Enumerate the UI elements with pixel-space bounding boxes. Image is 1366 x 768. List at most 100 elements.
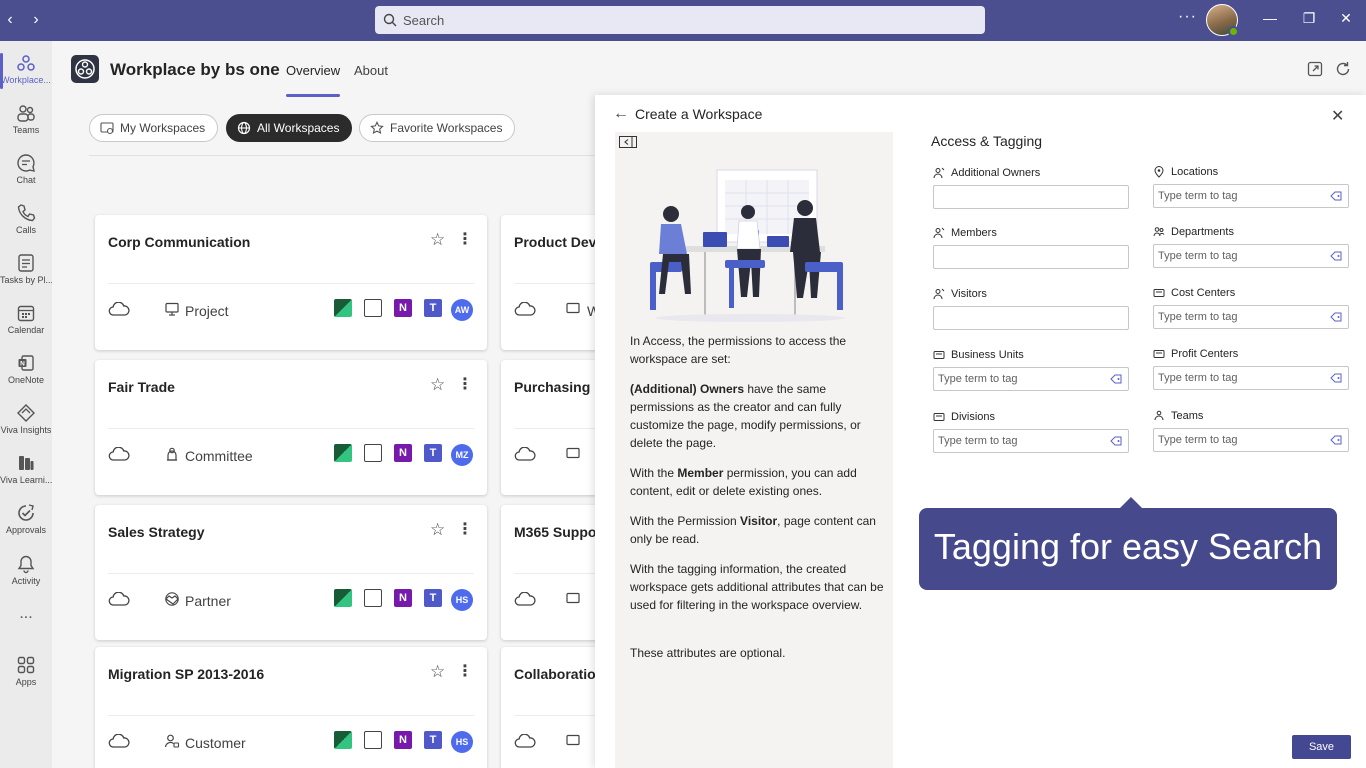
field-input[interactable]: Type term to tag xyxy=(933,429,1129,453)
teams-app-icon[interactable]: T xyxy=(424,299,442,317)
favorite-star-icon[interactable]: ☆ xyxy=(430,520,445,540)
teams-app-icon[interactable]: T xyxy=(424,589,442,607)
globe-icon xyxy=(237,121,251,135)
workspace-card[interactable]: Sales Strategy ☆ ⋮ Partner NT HS xyxy=(95,505,487,640)
workspace-card[interactable]: Corp Communication ☆ ⋮ Project NT AW xyxy=(95,215,487,350)
files-icon[interactable] xyxy=(364,299,382,317)
field-input[interactable]: Type term to tag xyxy=(1153,428,1349,452)
tag-icon[interactable] xyxy=(1330,312,1342,322)
rail-item-more[interactable]: ... xyxy=(0,603,52,631)
owner-avatar[interactable]: HS xyxy=(451,731,473,753)
filter-favorite-workspaces[interactable]: Favorite Workspaces xyxy=(359,114,516,142)
workspace-card[interactable]: Migration SP 2013-2016 ☆ ⋮ Customer NT H… xyxy=(95,647,487,768)
owner-avatar[interactable]: AW xyxy=(451,299,473,321)
onenote-app-icon[interactable]: N xyxy=(394,444,412,462)
minimize-icon[interactable]: — xyxy=(1260,10,1280,26)
rail-item-apps[interactable]: Apps xyxy=(0,649,52,697)
panel-title: Create a Workspace xyxy=(635,106,763,122)
person-icon xyxy=(933,288,945,300)
favorite-star-icon[interactable]: ☆ xyxy=(430,230,445,250)
onenote-app-icon[interactable]: N xyxy=(394,589,412,607)
rail-item-approvals[interactable]: Approvals xyxy=(0,497,52,545)
card-more-icon[interactable]: ⋮ xyxy=(457,374,473,394)
rail-item-teams[interactable]: Teams xyxy=(0,97,52,145)
card-more-icon[interactable]: ⋮ xyxy=(457,661,473,681)
tag-icon[interactable] xyxy=(1110,436,1122,446)
field-input[interactable]: Type term to tag xyxy=(1153,184,1349,208)
rail-item-tasks[interactable]: Tasks by Pl... xyxy=(0,247,52,295)
search-input[interactable]: Search xyxy=(375,6,985,34)
rail-item-viva-insights[interactable]: Viva Insights xyxy=(0,397,52,445)
files-icon[interactable] xyxy=(364,731,382,749)
card-more-icon[interactable]: ⋮ xyxy=(457,229,473,249)
card-more-icon[interactable]: ⋮ xyxy=(457,519,473,539)
rail-label: Activity xyxy=(11,576,41,586)
field-input[interactable]: Type term to tag xyxy=(1153,244,1349,268)
refresh-icon[interactable] xyxy=(1334,60,1352,78)
favorite-star-icon[interactable]: ☆ xyxy=(430,662,445,682)
planner-icon[interactable] xyxy=(334,444,352,462)
rail-item-onenote[interactable]: N OneNote xyxy=(0,347,52,395)
planner-icon[interactable] xyxy=(334,731,352,749)
user-avatar[interactable] xyxy=(1206,4,1239,37)
tab-about[interactable]: About xyxy=(354,63,388,78)
field-input[interactable]: Type term to tag xyxy=(933,367,1129,391)
field-label-text: Locations xyxy=(1171,166,1219,178)
field-input[interactable]: Type term to tag xyxy=(1153,366,1349,390)
restore-icon[interactable]: ❐ xyxy=(1299,10,1319,27)
card-divider xyxy=(108,573,474,574)
workspace-card[interactable]: Fair Trade ☆ ⋮ Committee NT MZ xyxy=(95,360,487,495)
back-arrow-icon[interactable]: ‹ xyxy=(0,10,20,30)
field-input[interactable]: Type term to tag xyxy=(1153,305,1349,329)
rail-item-chat[interactable]: Chat xyxy=(0,147,52,195)
apps-grid-icon xyxy=(17,656,35,674)
owner-avatar[interactable]: MZ xyxy=(451,444,473,466)
field-placeholder: Type term to tag xyxy=(1158,311,1238,323)
favorite-star-icon[interactable]: ☆ xyxy=(430,375,445,395)
rail-item-calendar[interactable]: Calendar xyxy=(0,297,52,345)
collapse-pane-icon[interactable] xyxy=(619,136,637,148)
forward-arrow-icon[interactable]: › xyxy=(26,10,46,30)
rail-item-workplace[interactable]: Workplace... xyxy=(0,47,52,95)
planner-icon[interactable] xyxy=(334,589,352,607)
tag-icon[interactable] xyxy=(1330,373,1342,383)
more-options-icon[interactable]: ··· xyxy=(1178,8,1197,26)
card-apps: NT xyxy=(334,731,454,749)
owner-avatar[interactable]: HS xyxy=(451,589,473,611)
onenote-app-icon[interactable]: N xyxy=(394,731,412,749)
onenote-app-icon[interactable]: N xyxy=(394,299,412,317)
rail-item-activity[interactable]: Activity xyxy=(0,548,52,596)
member-pre: With the xyxy=(630,466,678,480)
files-icon[interactable] xyxy=(364,589,382,607)
tag-icon[interactable] xyxy=(1110,374,1122,384)
filter-all-workspaces[interactable]: All Workspaces xyxy=(226,114,353,142)
bell-icon xyxy=(17,555,35,574)
teams-app-icon[interactable]: T xyxy=(424,444,442,462)
field-input[interactable] xyxy=(933,245,1129,269)
pill-label: My Workspaces xyxy=(120,121,206,135)
tag-icon[interactable] xyxy=(1330,251,1342,261)
field-input[interactable] xyxy=(933,185,1129,209)
rail-label: Chat xyxy=(16,175,36,185)
field-input[interactable] xyxy=(933,306,1129,330)
card-category: Customer xyxy=(185,735,246,751)
teams-app-icon[interactable]: T xyxy=(424,731,442,749)
close-icon[interactable]: ✕ xyxy=(1331,109,1344,125)
save-button[interactable]: Save xyxy=(1292,735,1351,759)
planner-icon[interactable] xyxy=(334,299,352,317)
tag-icon[interactable] xyxy=(1330,435,1342,445)
close-window-icon[interactable]: ✕ xyxy=(1336,10,1356,27)
teams-icon xyxy=(17,105,35,122)
info-optional: These attributes are optional. xyxy=(630,646,786,660)
tab-overview[interactable]: Overview xyxy=(286,63,340,78)
rail-item-viva-learning[interactable]: Viva Learni... xyxy=(0,447,52,495)
field-placeholder: Type term to tag xyxy=(938,435,1018,447)
files-icon[interactable] xyxy=(364,444,382,462)
popout-icon[interactable] xyxy=(1306,60,1324,78)
filter-my-workspaces[interactable]: My Workspaces xyxy=(89,114,219,142)
back-arrow-icon[interactable]: ← xyxy=(613,105,629,123)
rail-item-calls[interactable]: Calls xyxy=(0,197,52,245)
tag-icon[interactable] xyxy=(1330,191,1342,201)
calendar-icon xyxy=(17,305,35,322)
category-icon xyxy=(565,733,581,749)
